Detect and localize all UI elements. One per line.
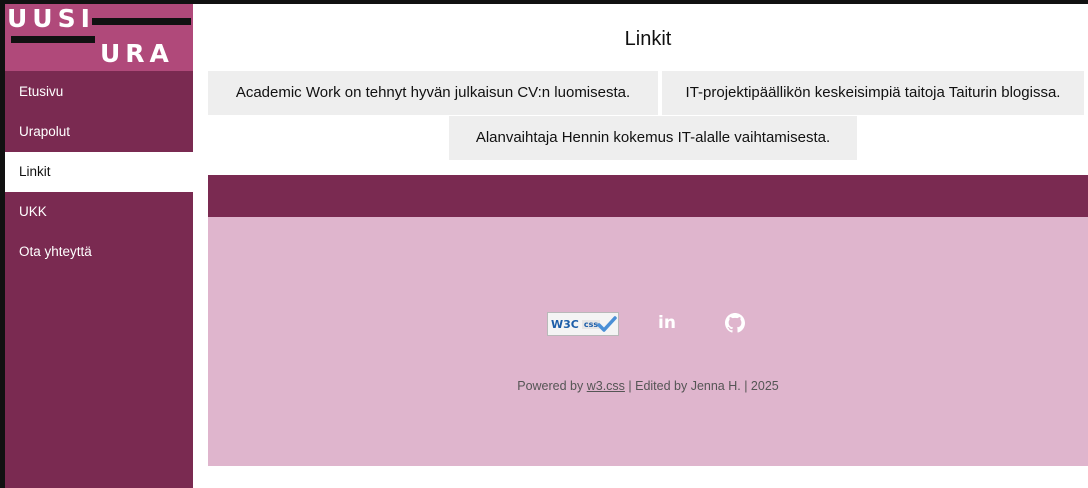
checkmark-icon [597,316,617,332]
logo-line-2: URA [100,39,174,68]
footer-powered-suffix: | Edited by Jenna H. | 2025 [624,379,779,393]
link-taituri-blog[interactable]: IT-projektipäällikön keskeisimpiä taitoj… [662,71,1084,115]
footer: W3C css in Powered by w3.css | Edited by… [208,217,1088,466]
footer-powered-prefix: Powered by [517,379,587,393]
page-title: Linkit [624,28,672,50]
sidebar-item-linkit[interactable]: Linkit [5,152,193,192]
link-academic-work[interactable]: Academic Work on tehnyt hyvän julkaisun … [208,71,658,115]
logo-line-1: UUSI [7,4,95,33]
w3c-css-badge-icon[interactable]: W3C css [547,312,619,336]
sidebar-item-ukk[interactable]: UKK [5,192,193,232]
sidebar: UUSI URA Etusivu Urapolut Linkit UKK Ota… [5,4,193,488]
logo-bar-top [92,18,191,25]
linkedin-icon[interactable]: in [658,313,676,333]
site-logo[interactable]: UUSI URA [5,4,193,71]
link-henni-kokemus[interactable]: Alanvaihtaja Hennin kokemus IT-alalle va… [449,116,857,160]
footer-credits: Powered by w3.css | Edited by Jenna H. |… [208,379,1088,393]
sidebar-item-etusivu[interactable]: Etusivu [5,72,193,112]
sidebar-item-ota-yhteytta[interactable]: Ota yhteyttä [5,232,193,272]
sidebar-nav: Etusivu Urapolut Linkit UKK Ota yhteyttä [5,72,193,272]
sidebar-item-urapolut[interactable]: Urapolut [5,112,193,152]
github-icon[interactable] [725,313,745,333]
w3css-link[interactable]: w3.css [587,379,625,393]
footer-top-band [208,175,1088,217]
w3c-badge-text: W3C [551,317,579,331]
logo-bar-bottom [11,36,95,43]
